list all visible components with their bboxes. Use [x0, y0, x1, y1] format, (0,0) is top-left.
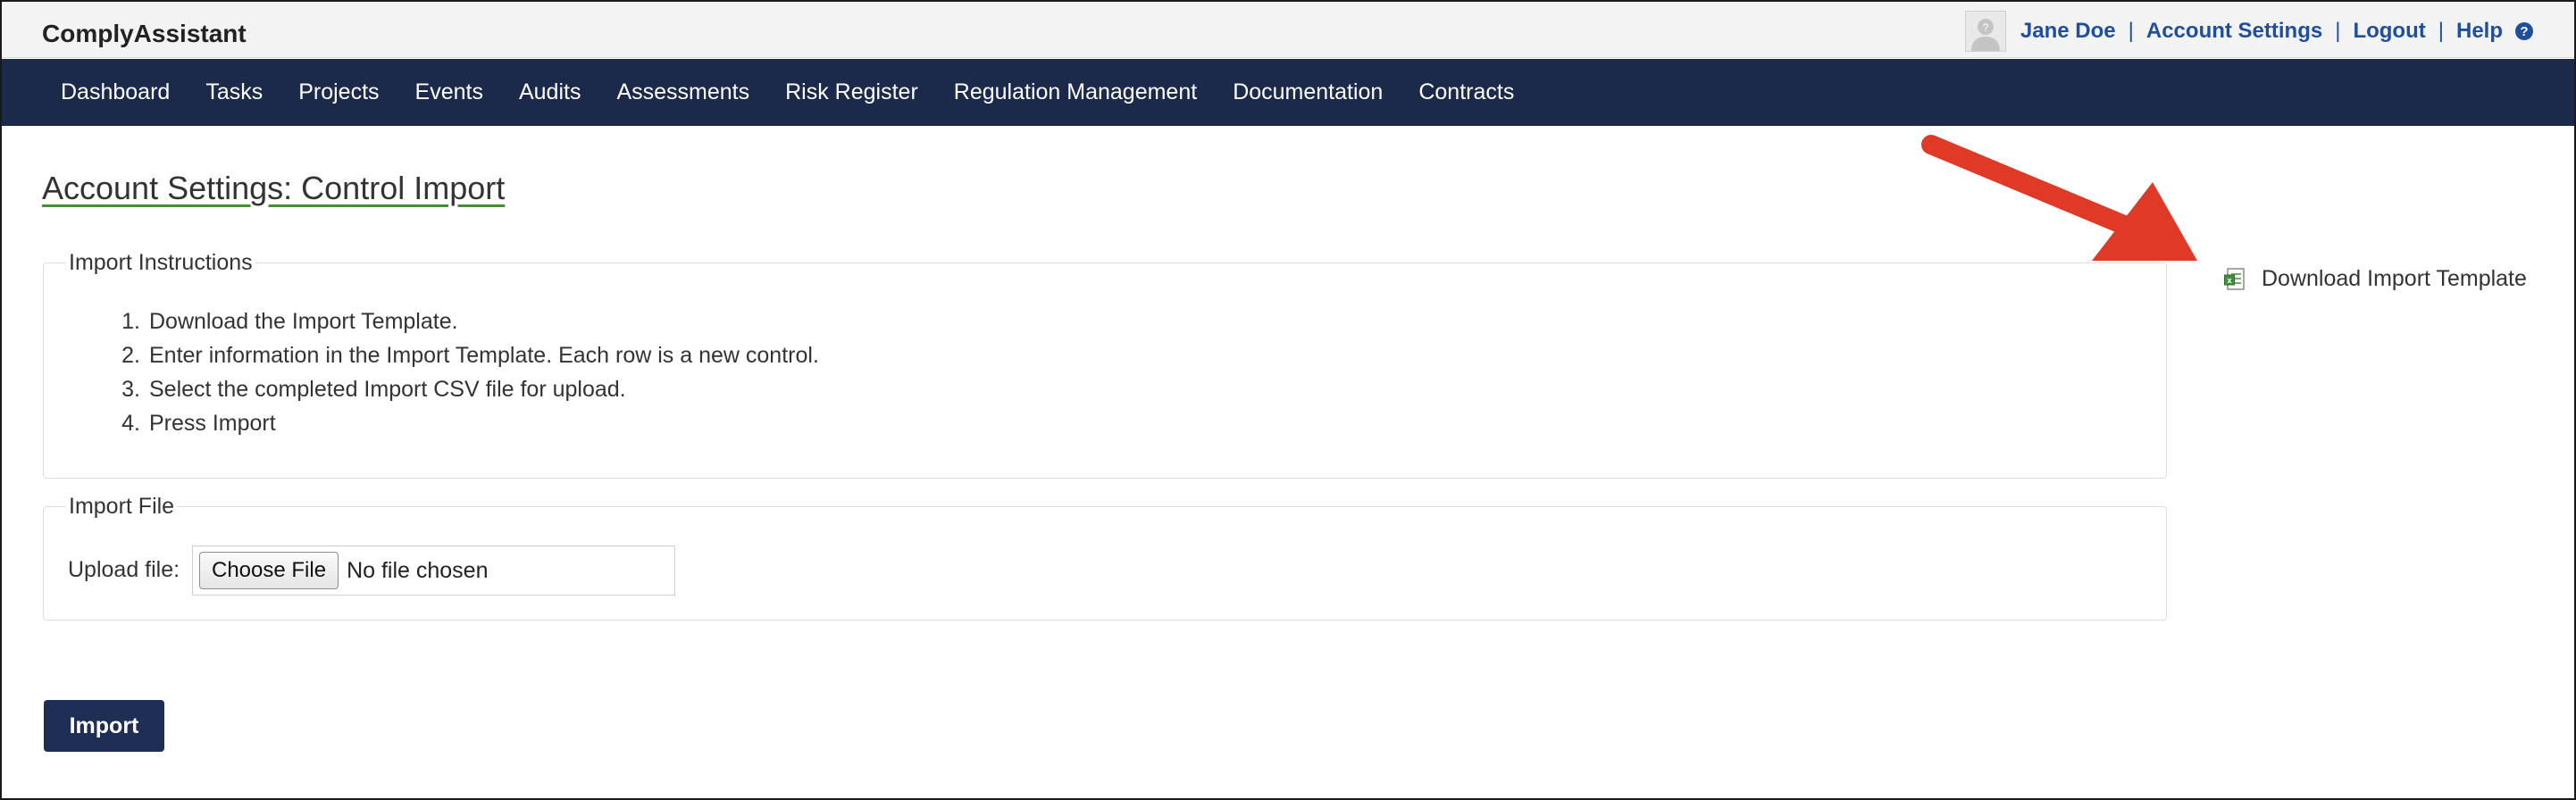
- nav-item-documentation[interactable]: Documentation: [1233, 79, 1383, 105]
- help-link[interactable]: Help: [2456, 19, 2503, 44]
- separator: |: [2128, 19, 2134, 43]
- step-number: 3.: [121, 377, 140, 402]
- import-file-panel: Import File Upload file: Choose File No …: [43, 494, 2167, 621]
- upload-file-label: Upload file:: [68, 557, 180, 582]
- download-template-link[interactable]: x Download Import Template: [2224, 266, 2527, 292]
- step-text: Enter information in the Import Template…: [149, 343, 819, 368]
- step-number: 4.: [121, 411, 140, 436]
- step-number: 1.: [121, 309, 140, 334]
- list-item: 4. Press Import: [117, 406, 819, 440]
- nav-item-regulation-management[interactable]: Regulation Management: [954, 79, 1197, 105]
- nav-item-dashboard[interactable]: Dashboard: [61, 79, 170, 105]
- nav-item-risk-register[interactable]: Risk Register: [785, 79, 918, 105]
- top-bar: ComplyAssistant ? Jane Doe | Account Set…: [2, 2, 2574, 58]
- nav-item-tasks[interactable]: Tasks: [205, 79, 263, 105]
- page-title: Account Settings: Control Import: [42, 170, 506, 206]
- list-item: 3. Select the completed Import CSV file …: [117, 372, 819, 406]
- account-settings-link[interactable]: Account Settings: [2146, 19, 2322, 44]
- nav-item-projects[interactable]: Projects: [298, 79, 379, 105]
- user-menu: ? Jane Doe | Account Settings | Logout |…: [1964, 8, 2533, 54]
- step-text: Press Import: [149, 411, 276, 436]
- help-icon[interactable]: ?: [2515, 22, 2533, 40]
- spreadsheet-icon: x: [2224, 267, 2246, 291]
- separator: |: [2438, 19, 2444, 43]
- app-window: ComplyAssistant ? Jane Doe | Account Set…: [0, 0, 2576, 800]
- import-button[interactable]: Import: [44, 700, 164, 752]
- svg-text:?: ?: [1983, 21, 1989, 34]
- user-name-link[interactable]: Jane Doe: [2020, 19, 2116, 44]
- step-text: Select the completed Import CSV file for…: [149, 377, 626, 402]
- annotation-arrow-icon: [1921, 135, 2197, 261]
- file-status-text: No file chosen: [347, 557, 489, 583]
- file-input[interactable]: Choose File No file chosen: [192, 546, 675, 596]
- avatar-icon[interactable]: ?: [1964, 11, 2006, 52]
- nav-item-assessments[interactable]: Assessments: [616, 79, 749, 105]
- instructions-legend: Import Instructions: [66, 250, 255, 276]
- choose-file-button[interactable]: Choose File: [199, 552, 339, 589]
- nav-item-events[interactable]: Events: [415, 79, 483, 105]
- import-instructions-panel: Import Instructions 1. Download the Impo…: [43, 250, 2167, 479]
- logout-link[interactable]: Logout: [2353, 19, 2425, 44]
- list-item: 1. Download the Import Template.: [117, 304, 819, 338]
- step-number: 2.: [121, 343, 140, 368]
- step-text: Download the Import Template.: [149, 309, 458, 334]
- svg-text:x: x: [2227, 276, 2231, 285]
- instructions-list: 1. Download the Import Template. 2. Ente…: [117, 304, 819, 440]
- download-template-label: Download Import Template: [2262, 266, 2527, 291]
- main-nav: Dashboard Tasks Projects Events Audits A…: [2, 59, 2574, 126]
- nav-item-contracts[interactable]: Contracts: [1418, 79, 1514, 105]
- nav-item-audits[interactable]: Audits: [519, 79, 581, 105]
- brand-logo[interactable]: ComplyAssistant: [42, 20, 247, 48]
- import-file-legend: Import File: [66, 494, 178, 520]
- separator: |: [2335, 19, 2341, 43]
- list-item: 2. Enter information in the Import Templ…: [117, 338, 819, 372]
